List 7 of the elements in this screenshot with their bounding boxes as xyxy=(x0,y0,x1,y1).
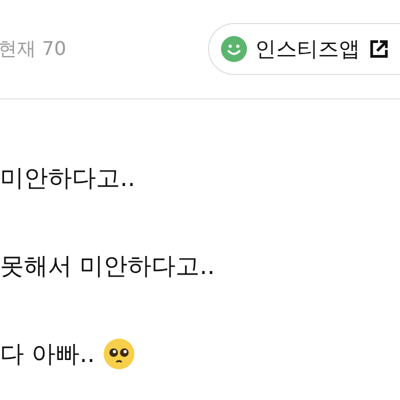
app-link-button[interactable]: 인스티즈앱 xyxy=(208,23,400,75)
text-line: 미안하다고.. xyxy=(0,163,136,194)
text-line: 다 아빠.. xyxy=(0,339,95,370)
pleading-face-icon xyxy=(102,338,135,370)
external-link-icon xyxy=(368,38,390,60)
text-line: 못해서 미안하다고.. xyxy=(0,251,215,282)
smiley-icon xyxy=(221,36,247,62)
